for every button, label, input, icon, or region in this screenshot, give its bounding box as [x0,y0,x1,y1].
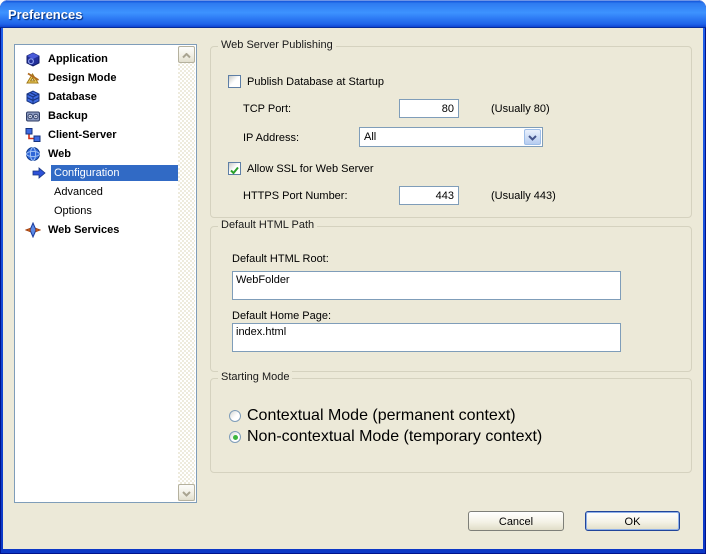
tcp-port-hint: (Usually 80) [491,103,550,115]
group-title: Default HTML Path [218,219,317,231]
dialog-client-area: Application Design Mode Database Backup Clie… [3,28,703,549]
sidebar-item-label: Web Services [45,222,122,238]
check-icon [229,163,240,181]
allow-ssl-checkbox[interactable]: Allow SSL for Web Server [228,159,374,178]
sidebar-item-backup[interactable]: Backup [16,106,178,125]
group-title: Starting Mode [218,371,292,383]
publish-database-label: Publish Database at Startup [247,76,384,88]
tcp-port-input[interactable] [399,99,459,118]
preferences-tree: Application Design Mode Database Backup Clie… [14,44,197,503]
database-icon [25,89,41,105]
application-icon [25,51,41,67]
web-icon [25,146,41,162]
html-root-input[interactable]: WebFolder [232,271,621,300]
sidebar-item-label: Web [45,146,74,162]
html-root-label: Default HTML Root: [232,253,329,265]
selected-arrow-icon [31,165,47,181]
combo-dropdown-button[interactable] [524,129,541,145]
sidebar-item-configuration[interactable]: Configuration [16,163,178,182]
web-services-icon [25,222,41,238]
tcp-port-label: TCP Port: [243,103,291,115]
tree-scrollbar[interactable] [178,46,195,501]
ip-address-value: All [360,131,524,143]
https-port-input[interactable] [399,186,459,205]
checkbox-icon[interactable] [228,75,241,88]
sidebar-item-label: Database [45,89,100,105]
sidebar-item-advanced[interactable]: Advanced [16,182,178,201]
ip-address-label: IP Address: [243,132,299,144]
non-contextual-mode-radio[interactable]: Non-contextual Mode (temporary context) [229,429,542,445]
titlebar[interactable]: Preferences [0,0,706,28]
https-port-label: HTTPS Port Number: [243,190,348,202]
sidebar-item-web-services[interactable]: Web Services [16,220,178,239]
sidebar-item-label: Backup [45,108,91,124]
sidebar-item-label: Client-Server [45,127,119,143]
sidebar-item-database[interactable]: Database [16,87,178,106]
sidebar-item-label: Application [45,51,111,67]
group-web-server-publishing: Web Server Publishing Publish Database a… [210,46,692,218]
https-port-hint: (Usually 443) [491,190,556,202]
allow-ssl-label: Allow SSL for Web Server [247,163,374,175]
chevron-down-icon [182,484,191,502]
window-title: Preferences [0,7,82,22]
radio-icon[interactable] [229,410,241,422]
scroll-up-button[interactable] [178,46,195,63]
ok-button[interactable]: OK [585,511,680,531]
sidebar-item-label: Options [51,203,95,219]
publish-database-checkbox[interactable]: Publish Database at Startup [228,72,384,91]
contextual-mode-radio[interactable]: Contextual Mode (permanent context) [229,408,516,424]
contextual-mode-label: Contextual Mode (permanent context) [247,407,516,425]
home-page-label: Default Home Page: [232,310,331,322]
cancel-button[interactable]: Cancel [468,511,564,531]
sidebar-item-options[interactable]: Options [16,201,178,220]
backup-icon [25,108,41,124]
chevron-up-icon [182,46,191,64]
group-default-html-path: Default HTML Path Default HTML Root: Web… [210,226,692,372]
sidebar-item-design-mode[interactable]: Design Mode [16,68,178,87]
non-contextual-mode-label: Non-contextual Mode (temporary context) [247,428,542,446]
scroll-down-button[interactable] [178,484,195,501]
group-title: Web Server Publishing [218,39,336,51]
sidebar-item-label: Design Mode [45,70,119,86]
sidebar-item-application[interactable]: Application [16,49,178,68]
sidebar-item-label: Configuration [51,165,178,181]
group-starting-mode: Starting Mode Contextual Mode (permanent… [210,378,692,473]
sidebar-item-label: Advanced [51,184,106,200]
client-server-icon [25,127,41,143]
sidebar-item-client-server[interactable]: Client-Server [16,125,178,144]
home-page-input[interactable]: index.html [232,323,621,352]
ip-address-select[interactable]: All [359,127,543,147]
sidebar-item-web[interactable]: Web [16,144,178,163]
chevron-down-icon [528,128,537,146]
sidebar-tree: Application Design Mode Database Backup Clie… [16,49,178,239]
checkbox-icon[interactable] [228,162,241,175]
radio-dot [233,435,238,440]
design-mode-icon [25,70,41,86]
preferences-dialog: Preferences Application Design Mode Databa… [0,0,706,554]
radio-icon[interactable] [229,431,241,443]
